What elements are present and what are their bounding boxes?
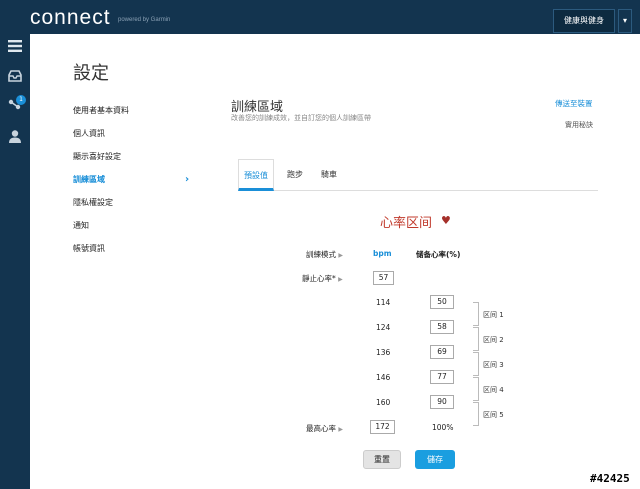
- zone-bracket: [473, 402, 479, 426]
- settings-sidebar: 使用者基本資料 個人資訊 顯示喜好設定 訓練區域 › 隱私權設定 通知 帳號資訊: [73, 102, 193, 263]
- sidebar-item-display-prefs[interactable]: 顯示喜好設定: [73, 148, 193, 171]
- connect-logo[interactable]: connect: [30, 6, 111, 30]
- zone-label: 区间 1: [483, 311, 504, 319]
- notification-badge: 1: [16, 95, 26, 105]
- tab-bar: 預設值 跑步 騎車: [238, 159, 598, 191]
- reset-button[interactable]: 重置: [363, 450, 401, 469]
- zone-percent-input[interactable]: 58: [430, 320, 454, 334]
- zone-bracket: [473, 327, 479, 351]
- zone-percent-input[interactable]: 50: [430, 295, 454, 309]
- zone-bpm-value: 146: [376, 373, 391, 382]
- left-nav-bar: 1: [0, 34, 30, 489]
- resting-hr-label: 靜止心率* ▶: [302, 274, 343, 283]
- sidebar-item-personal-info[interactable]: 個人資訊: [73, 125, 193, 148]
- zone-bpm-value: 160: [376, 398, 391, 407]
- sidebar-item-privacy[interactable]: 隱私權設定: [73, 194, 193, 217]
- powered-by-text: powered by Garmin: [118, 17, 171, 23]
- heart-rate-zones-title: 心率区间: [380, 216, 433, 231]
- training-mode-label: 訓練模式 ▶: [306, 250, 344, 259]
- menu-icon[interactable]: [7, 40, 23, 54]
- tab-running[interactable]: 跑步: [280, 159, 310, 191]
- zone-bracket: [473, 377, 479, 401]
- zone-label: 区间 2: [483, 336, 504, 344]
- sidebar-item-label: 訓練區域: [73, 175, 105, 184]
- page-title: 設定: [73, 63, 109, 84]
- chevron-right-icon: ›: [185, 174, 190, 185]
- zone-label: 区间 3: [483, 361, 504, 369]
- zone-percent-input[interactable]: 69: [430, 345, 454, 359]
- sidebar-item-account[interactable]: 帳號資訊: [73, 240, 193, 263]
- help-tips-link[interactable]: 實用秘訣: [565, 120, 593, 130]
- inbox-icon[interactable]: [7, 70, 23, 84]
- zone-bracket: [473, 302, 479, 326]
- sidebar-item-training-zones[interactable]: 訓練區域 ›: [73, 171, 193, 194]
- zone-bpm-value: 136: [376, 348, 391, 357]
- max-hr-label: 最高心率 ▶: [306, 424, 344, 433]
- max-hr-input[interactable]: 172: [370, 420, 395, 434]
- resting-hr-input[interactable]: 57: [373, 271, 394, 285]
- user-icon[interactable]: [7, 129, 23, 143]
- heart-icon: ♥: [441, 214, 451, 227]
- zone-bpm-value: 124: [376, 323, 391, 332]
- sidebar-item-profile[interactable]: 使用者基本資料: [73, 102, 193, 125]
- max-hr-percent: 100%: [432, 423, 454, 432]
- zone-percent-input[interactable]: 90: [430, 395, 454, 409]
- section-subtitle: 改善您的訓練成效，並自訂您的個人訓練區帶: [231, 114, 371, 122]
- zone-label: 区间 4: [483, 386, 504, 394]
- zone-percent-input[interactable]: 77: [430, 370, 454, 384]
- send-to-device-link[interactable]: 傳送至裝置: [555, 98, 593, 109]
- sidebar-item-notifications[interactable]: 通知: [73, 217, 193, 240]
- zone-bpm-value: 114: [376, 298, 391, 307]
- save-button[interactable]: 儲存: [415, 450, 455, 469]
- watermark-text: #42425: [590, 472, 630, 485]
- top-bar: connect powered by Garmin 健康與健身 ▾: [0, 0, 640, 34]
- tab-default[interactable]: 預設值: [238, 159, 274, 191]
- zone-label: 区间 5: [483, 411, 504, 419]
- reserve-column-header[interactable]: 储备心率(%): [416, 249, 460, 260]
- zone-bracket: [473, 352, 479, 376]
- bpm-column-header[interactable]: bpm: [373, 249, 392, 258]
- health-fitness-button[interactable]: 健康與健身: [553, 9, 615, 33]
- tab-cycling[interactable]: 騎車: [314, 159, 344, 191]
- chevron-down-icon[interactable]: ▾: [618, 9, 632, 33]
